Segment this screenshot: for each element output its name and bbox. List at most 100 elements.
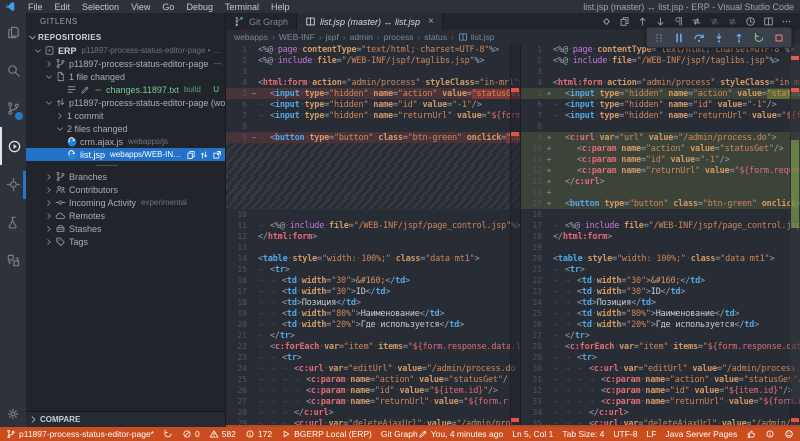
code-line[interactable]: 11+→→<c:param·name="id"·value="-1"/> (521, 154, 800, 165)
close-tab-icon[interactable]: × (428, 17, 434, 27)
code-line[interactable]: 4<html:form·action="admin/process"·style… (521, 77, 800, 88)
encoding-item[interactable]: UTF-8 (613, 429, 637, 439)
previous-change-icon[interactable] (637, 16, 648, 27)
next-change-icon[interactable] (655, 16, 666, 27)
code-line[interactable]: 3 (521, 66, 800, 77)
compare-mode-icon[interactable] (727, 16, 738, 27)
code-line[interactable]: 9+→<c:url·var="url"·value="/admin/proces… (521, 132, 800, 143)
code-line[interactable]: 15+→<button·type="button"·class="btn-gre… (521, 198, 800, 209)
code-line[interactable]: 29→→→<c:url·var="deleteAjaxUrl"·value="/… (226, 418, 520, 427)
menu-selection[interactable]: Selection (76, 2, 125, 12)
code-line[interactable]: 20→→<td·width="20%">Где·используется</td… (226, 319, 520, 330)
open-file-icon[interactable] (619, 16, 630, 27)
breadcrumb-item[interactable]: WEB-INF (279, 32, 315, 42)
code-line[interactable]: 33→→→→<c:param·name="returnUrl"·value="$… (521, 396, 800, 407)
code-line[interactable]: 7→<input·type="hidden"·name="returnUrl"·… (226, 110, 520, 121)
code-line[interactable]: 25→→→→<c:param·name="action"·value="stat… (226, 374, 520, 385)
code-line[interactable]: 34→→→</c:url> (521, 407, 800, 418)
breadcrumb-item[interactable]: jspf (326, 32, 339, 42)
menu-terminal[interactable]: Terminal (219, 2, 265, 12)
info-circle-icon[interactable] (765, 429, 775, 439)
breadcrumb-item[interactable]: webapps (234, 32, 268, 42)
code-line[interactable]: 5+→<input·type="hidden"·name="action"·va… (521, 88, 800, 99)
toggle-whitespace-icon[interactable] (673, 16, 684, 27)
tree-item-changes-11897-txt[interactable]: changes.11897.txtbuildU (26, 83, 225, 96)
code-line[interactable]: 35→→→<c:url·var="deleteAjaxUrl"·value="/… (521, 418, 800, 427)
code-line[interactable]: 23→→<td·width="30">ID</td> (521, 286, 800, 297)
code-line[interactable]: 4<html:form·action="admin/process"·style… (226, 77, 520, 88)
code-line[interactable]: 24→→<td>Позиция</td> (521, 297, 800, 308)
code-line[interactable]: 7→<input·type="hidden"·name="returnUrl"·… (521, 110, 800, 121)
remote-explorer-icon[interactable] (0, 241, 26, 279)
code-line[interactable]: 23→→<tr> (226, 352, 520, 363)
tree-item-crm-ajax-js[interactable]: crm.ajax.jswebapps/js (26, 135, 225, 148)
tree-item-1-file-changed[interactable]: 1 file changed (26, 70, 225, 83)
tree-item-1-commit[interactable]: 1 commit (26, 109, 225, 122)
right-overview-ruler[interactable] (790, 44, 800, 427)
branch-status-item[interactable]: p11897-process-status-editor-page* (6, 429, 154, 439)
cursor-position-item[interactable]: Ln 5, Col 1 (512, 429, 553, 439)
code-line[interactable]: 26→→<td·width="20%">Где·используется</td… (521, 319, 800, 330)
code-line[interactable]: 12</html:form> (226, 231, 520, 242)
blame-item[interactable]: You, 4 minutes ago (418, 429, 503, 439)
breadcrumb-item[interactable]: process (384, 32, 414, 42)
testing-beaker-icon[interactable] (0, 203, 26, 241)
code-line[interactable]: 11→<%@·include·file="/WEB-INF/jspf/page_… (226, 220, 520, 231)
errors-item[interactable]: 0 (182, 429, 200, 439)
code-line[interactable]: 28→<c:forEach·var="item"·items="${form.r… (521, 341, 800, 352)
tree-item-remotes[interactable]: Remotes (26, 209, 225, 222)
tree-item-tags[interactable]: Tags (26, 235, 225, 248)
code-line[interactable]: 21→<tr> (521, 264, 800, 275)
sync-status-item[interactable] (163, 429, 173, 439)
code-line[interactable]: 2<%@·include·file="/WEB-INF/jspf/taglibs… (521, 55, 800, 66)
tree-item-contributors[interactable]: Contributors (26, 183, 225, 196)
git-graph-item[interactable]: Git Graph (381, 429, 418, 439)
code-line[interactable]: 17→<%@·include·file="/WEB-INF/jspf/page_… (521, 220, 800, 231)
code-line[interactable]: 3 (226, 66, 520, 77)
tree-item-p11897-process-status-editor-page[interactable]: p11897-process-status-editor-page— origi… (26, 57, 225, 70)
settings-gear-icon[interactable] (0, 407, 26, 421)
menu-go[interactable]: Go (156, 2, 180, 12)
code-line[interactable]: 20<table·style="width:·100%;"·class="dat… (521, 253, 800, 264)
code-line[interactable]: 10 (226, 209, 520, 220)
code-line[interactable]: 21→</tr> (226, 330, 520, 341)
open-changes-with-icon[interactable] (601, 16, 612, 27)
code-line[interactable]: 19→→<td·width="80%">Наименование</td> (226, 308, 520, 319)
breadcrumb-file[interactable]: list.jsp (471, 32, 495, 42)
smiley-feedback-icon[interactable] (784, 429, 794, 439)
code-line[interactable]: 29→→<tr> (521, 352, 800, 363)
timeline-clock-icon[interactable] (745, 16, 756, 27)
code-line[interactable]: 24→→→<c:url·var="editUrl"·value="/admin/… (226, 363, 520, 374)
code-line[interactable]: 14<table·style="width:·100%;"·class="dat… (226, 253, 520, 264)
tree-item-list-jsp[interactable]: list.jspwebapps/WEB-INF/jspf/admin/pr... (26, 148, 225, 161)
code-line[interactable]: 18→→<td>Позиция</td> (226, 297, 520, 308)
tree-item-branches[interactable]: Branches (26, 170, 225, 183)
eol-item[interactable]: LF (647, 429, 657, 439)
pause-icon[interactable] (673, 32, 685, 44)
step-out-icon[interactable] (733, 32, 745, 44)
step-into-icon[interactable] (713, 32, 725, 44)
working-icon[interactable] (199, 150, 209, 160)
code-line[interactable]: 13 (226, 242, 520, 253)
code-line[interactable]: 10+→→<c:param·name="action"·value="statu… (521, 143, 800, 154)
code-line[interactable]: 8 (521, 121, 800, 132)
tree-item-p11897-process-status-editor-page-working-[interactable]: p11897-process-status-editor-page (worki… (26, 96, 225, 109)
code-line[interactable]: 22→<c:forEach·var="item"·items="${form.r… (226, 341, 520, 352)
section-repositories[interactable]: REPOSITORIES (26, 30, 225, 44)
code-line[interactable]: 1<%@·page·contentType="text/html;·charse… (226, 44, 520, 55)
code-line[interactable]: 16→→<td·width="30">&#160;</td> (226, 275, 520, 286)
tree-item-stashes[interactable]: Stashes (26, 222, 225, 235)
stop-icon[interactable] (773, 32, 785, 44)
diff-original-pane[interactable]: 1<%@·page·contentType="text/html;·charse… (226, 44, 521, 427)
doccopy-icon[interactable] (186, 150, 196, 160)
tree-item-incoming-activity[interactable]: Incoming Activityexperimental (26, 196, 225, 209)
gitlens-icon[interactable] (0, 127, 26, 165)
code-line[interactable]: 30→→→<c:url·var="editUrl"·value="/admin/… (521, 363, 800, 374)
launch-item[interactable]: BGERP Local (ERP) (281, 429, 372, 439)
code-line[interactable]: 27→→→→<c:param·name="returnUrl"·value="$… (226, 396, 520, 407)
code-line[interactable]: 22→→<td·width="30">&#160;</td> (521, 275, 800, 286)
step-over-icon[interactable] (693, 32, 705, 44)
tree-item-erp[interactable]: ERPp11897-process-status-editor-page • +… (26, 44, 225, 57)
menu-edit[interactable]: Edit (49, 2, 77, 12)
code-line[interactable]: 16 (521, 209, 800, 220)
